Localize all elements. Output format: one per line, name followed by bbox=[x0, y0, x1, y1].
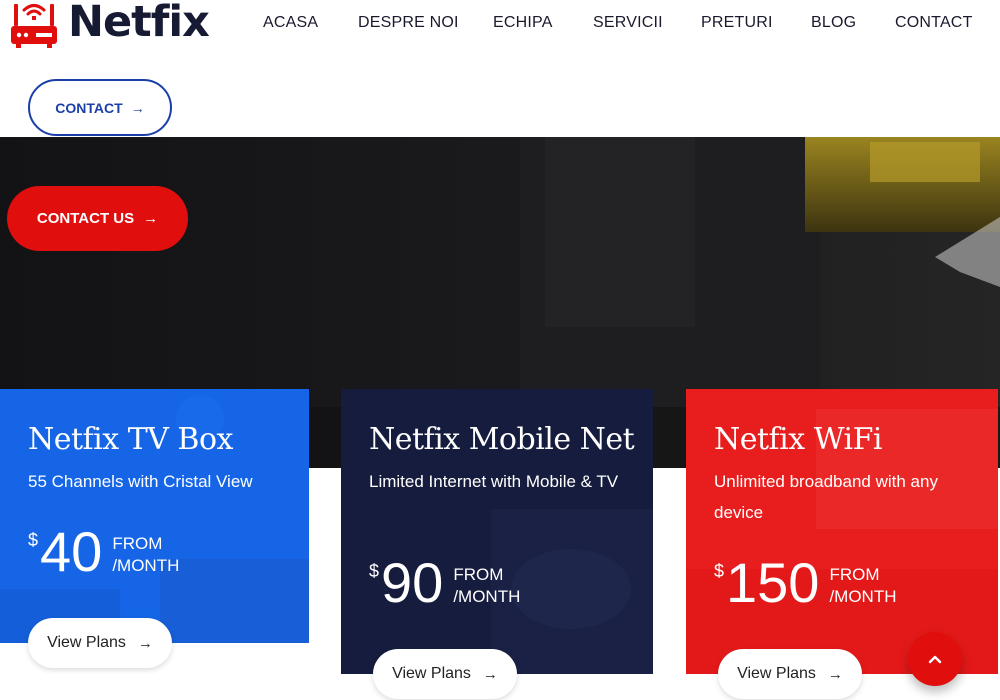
plan-title: Netfix WiFi bbox=[714, 422, 883, 457]
plan-title: Netfix Mobile Net bbox=[369, 422, 635, 457]
arrow-right-icon: → bbox=[143, 210, 159, 227]
nav-item-preturi[interactable]: PRETURI bbox=[701, 14, 773, 32]
site-header: Netfix ACASA DESPRE NOI ECHIPA SERVICII … bbox=[0, 0, 1000, 137]
price-amount: 150 bbox=[726, 551, 820, 614]
price-per-month: /MONTH bbox=[112, 556, 180, 575]
plan-price: $ 40 FROM /MONTH bbox=[28, 524, 179, 580]
plan-title: Netfix TV Box bbox=[28, 422, 233, 457]
plan-card-tv-box: Netfix TV Box 55 Channels with Cristal V… bbox=[0, 389, 309, 643]
price-per-month: /MONTH bbox=[829, 587, 897, 606]
plan-description: Limited Internet with Mobile & TV bbox=[369, 472, 619, 491]
main-nav: ACASA DESPRE NOI ECHIPA SERVICII PRETURI… bbox=[0, 14, 1000, 36]
chevron-up-icon bbox=[928, 655, 942, 664]
price-from: FROM bbox=[112, 534, 163, 553]
nav-item-acasa[interactable]: ACASA bbox=[263, 14, 318, 32]
nav-item-blog[interactable]: BLOG bbox=[811, 14, 856, 32]
price-currency: $ bbox=[714, 561, 725, 581]
arrow-right-icon: → bbox=[482, 665, 498, 683]
scroll-to-top-button[interactable] bbox=[908, 632, 962, 686]
plan-description: 55 Channels with Cristal View bbox=[28, 472, 253, 491]
price-from: FROM bbox=[453, 565, 504, 584]
arrow-right-icon: → bbox=[827, 665, 843, 683]
price-amount: 40 bbox=[40, 520, 103, 583]
arrow-right-icon: → bbox=[137, 634, 153, 652]
price-period: FROM /MONTH bbox=[829, 564, 896, 608]
header-contact-button[interactable]: CONTACT → bbox=[28, 79, 172, 136]
view-plans-button-wifi[interactable]: View Plans → bbox=[718, 649, 862, 699]
view-plans-label: View Plans bbox=[737, 665, 816, 682]
price-from: FROM bbox=[829, 565, 880, 584]
price-currency: $ bbox=[369, 561, 380, 581]
price-per-month: /MONTH bbox=[453, 587, 521, 606]
nav-item-servicii[interactable]: SERVICII bbox=[593, 14, 663, 32]
plan-price: $ 90 FROM /MONTH bbox=[369, 555, 520, 611]
plan-description: Unlimited broadband with any device bbox=[714, 472, 938, 522]
arrow-right-icon: → bbox=[130, 99, 145, 116]
hero-contact-us-label: CONTACT US bbox=[36, 210, 135, 227]
view-plans-label: View Plans bbox=[392, 665, 471, 682]
plan-price: $ 150 FROM /MONTH bbox=[714, 555, 897, 611]
price-period: FROM /MONTH bbox=[453, 564, 520, 608]
header-contact-label: CONTACT bbox=[55, 99, 123, 116]
nav-item-echipa[interactable]: ECHIPA bbox=[493, 14, 553, 32]
price-currency: $ bbox=[28, 530, 39, 550]
price-amount: 90 bbox=[381, 551, 444, 614]
price-period: FROM /MONTH bbox=[112, 533, 179, 577]
view-plans-button-tv-box[interactable]: View Plans → bbox=[28, 618, 172, 668]
nav-item-despre-noi[interactable]: DESPRE NOI bbox=[358, 14, 459, 32]
hero-contact-us-button[interactable]: CONTACT US → bbox=[7, 186, 188, 251]
nav-item-contact[interactable]: CONTACT bbox=[895, 14, 973, 32]
view-plans-button-mobile-net[interactable]: View Plans → bbox=[373, 649, 517, 699]
view-plans-label: View Plans bbox=[47, 634, 126, 651]
plan-card-wifi: Netfix WiFi Unlimited broadband with any… bbox=[686, 389, 998, 674]
plan-card-mobile-net: Netfix Mobile Net Limited Internet with … bbox=[341, 389, 653, 674]
